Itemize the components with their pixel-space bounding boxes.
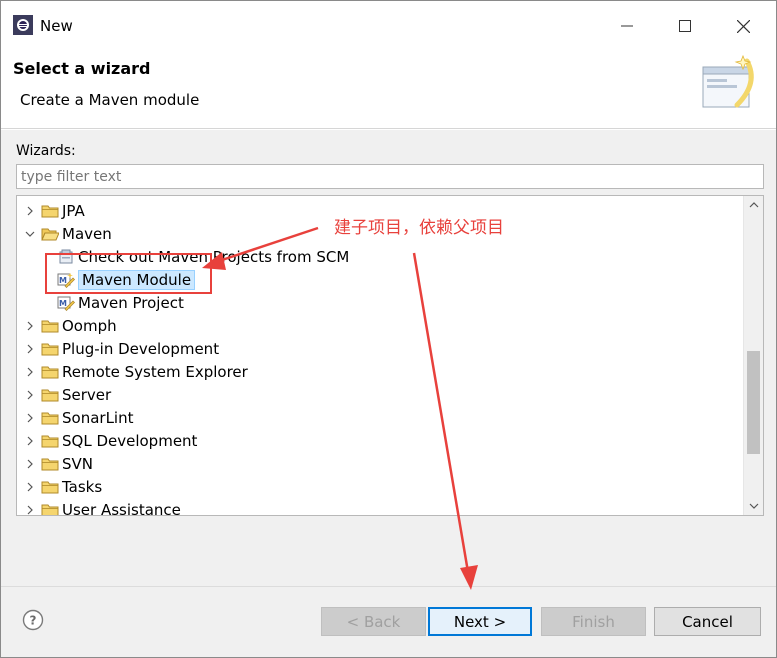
scroll-thumb[interactable] — [747, 351, 760, 454]
tree-item-label: Tasks — [62, 477, 103, 496]
chevron-right-icon[interactable] — [23, 319, 37, 333]
folder-icon — [41, 479, 59, 495]
tree-item-label: SonarLint — [62, 408, 134, 427]
chevron-right-icon[interactable] — [23, 365, 37, 379]
folder-icon — [41, 456, 59, 472]
chevron-up-icon — [749, 202, 759, 208]
wizard-content: Wizards: JPA Maven Check out Maven Proje… — [1, 130, 776, 586]
tree-item-label: User Assistance — [62, 500, 181, 516]
close-button[interactable] — [723, 11, 763, 41]
minimize-icon — [621, 25, 633, 27]
maximize-icon — [679, 20, 691, 32]
page-title: Select a wizard — [13, 59, 151, 78]
page-description: Create a Maven module — [20, 91, 200, 109]
tree-item-svn[interactable]: SVN — [23, 452, 93, 475]
close-icon — [736, 19, 750, 33]
tree-item-label: Oomph — [62, 316, 117, 335]
wizard-tree-list: JPA Maven Check out Maven Projects from … — [17, 196, 743, 515]
annotation-highlight-box — [45, 253, 212, 294]
tree-item-label: Remote System Explorer — [62, 362, 248, 381]
back-button[interactable]: < Back — [321, 607, 426, 636]
window-title: New — [40, 17, 73, 35]
finish-button[interactable]: Finish — [541, 607, 646, 636]
scroll-up-button[interactable] — [744, 196, 763, 214]
tree-item-oomph[interactable]: Oomph — [23, 314, 117, 337]
cancel-button[interactable]: Cancel — [654, 607, 761, 636]
tree-item-label: Maven — [62, 224, 112, 243]
tree-item-server[interactable]: Server — [23, 383, 111, 406]
tree-item-jpa[interactable]: JPA — [23, 199, 85, 222]
tree-item-sonarlint[interactable]: SonarLint — [23, 406, 133, 429]
eclipse-app-icon — [13, 15, 33, 35]
chevron-down-icon — [749, 503, 759, 509]
tree-item-label: SVN — [62, 454, 94, 473]
folder-icon — [41, 341, 59, 357]
tree-item-maven[interactable]: Maven — [23, 222, 112, 245]
chevron-right-icon[interactable] — [23, 434, 37, 448]
chevron-right-icon[interactable] — [23, 480, 37, 494]
wizards-label: Wizards: — [16, 143, 76, 159]
tree-item-label: Maven Project — [78, 293, 184, 312]
tree-vertical-scrollbar[interactable] — [743, 196, 763, 515]
folder-icon — [41, 433, 59, 449]
new-wizard-dialog: New Select a wizard Create a Maven modul… — [0, 0, 777, 658]
folder-icon — [41, 203, 59, 219]
tree-item-label: SQL Development — [62, 431, 198, 450]
chevron-right-icon[interactable] — [23, 457, 37, 471]
tree-item-tasks[interactable]: Tasks — [23, 475, 102, 498]
tree-item-remote-system-explorer[interactable]: Remote System Explorer — [23, 360, 248, 383]
tree-item-label: JPA — [62, 201, 85, 220]
wizard-banner-icon — [702, 54, 754, 108]
tree-item-sql-development[interactable]: SQL Development — [23, 429, 197, 452]
svg-text:?: ? — [30, 614, 37, 628]
folder-icon — [41, 318, 59, 334]
tree-item-label: Plug-in Development — [62, 339, 220, 358]
tree-item-plugin-development[interactable]: Plug-in Development — [23, 337, 219, 360]
folder-icon — [41, 410, 59, 426]
chevron-right-icon[interactable] — [23, 342, 37, 356]
tree-item-user-assistance[interactable]: User Assistance — [23, 498, 181, 515]
filter-input[interactable] — [16, 164, 764, 189]
help-icon[interactable]: ? — [22, 609, 44, 631]
chevron-right-icon[interactable] — [23, 503, 37, 516]
button-bar: ? < Back Next > Finish Cancel — [1, 586, 776, 657]
svg-text:M: M — [59, 299, 67, 308]
tree-item-maven-project[interactable]: M Maven Project — [57, 291, 184, 314]
folder-icon — [41, 387, 59, 403]
chevron-down-icon[interactable] — [23, 227, 37, 241]
folder-open-icon — [41, 226, 59, 242]
scroll-down-button[interactable] — [744, 497, 763, 515]
title-bar[interactable]: New — [1, 1, 776, 41]
tree-item-label: Server — [62, 385, 112, 404]
folder-icon — [41, 364, 59, 380]
maven-project-icon: M — [57, 295, 75, 311]
chevron-right-icon[interactable] — [23, 411, 37, 425]
minimize-button[interactable] — [607, 11, 647, 41]
chevron-right-icon[interactable] — [23, 204, 37, 218]
next-button[interactable]: Next > — [428, 607, 532, 636]
annotation-text: 建子项目，依赖父项目 — [334, 218, 504, 238]
wizard-header: Select a wizard Create a Maven module — [1, 41, 776, 129]
folder-icon — [41, 502, 59, 515]
maximize-button[interactable] — [665, 11, 705, 41]
wizard-tree[interactable]: JPA Maven Check out Maven Projects from … — [16, 195, 764, 516]
chevron-right-icon[interactable] — [23, 388, 37, 402]
